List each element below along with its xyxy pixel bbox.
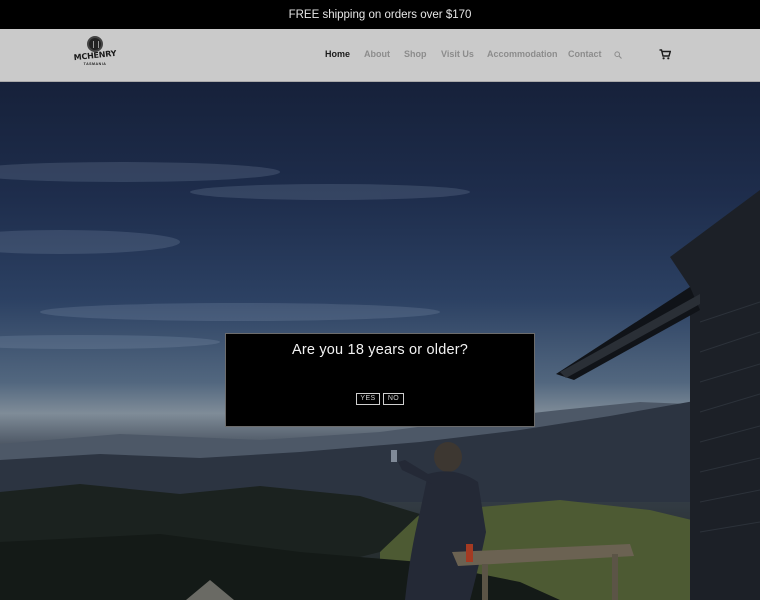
age-verification-modal: Are you 18 years or older? YES NO <box>225 333 535 427</box>
main-nav: Home About Shop Visit Us Accommodation C… <box>0 29 760 82</box>
nav-item-shop[interactable]: Shop <box>404 49 427 59</box>
site-header: MCHENRY TASMANIA Home About Shop Visit U… <box>0 29 760 82</box>
search-icon[interactable] <box>614 51 622 59</box>
cart-icon[interactable] <box>659 49 671 60</box>
nav-item-home[interactable]: Home <box>325 49 350 59</box>
promo-text: FREE shipping on orders over $170 <box>288 8 472 21</box>
nav-item-accommodation[interactable]: Accommodation <box>487 49 558 59</box>
age-yes-button[interactable]: YES <box>356 393 380 405</box>
nav-item-contact[interactable]: Contact <box>568 49 602 59</box>
age-question: Are you 18 years or older? <box>291 342 469 358</box>
promo-bar: FREE shipping on orders over $170 <box>0 0 760 29</box>
nav-item-visit-us[interactable]: Visit Us <box>441 49 474 59</box>
nav-item-about[interactable]: About <box>364 49 390 59</box>
age-no-button[interactable]: NO <box>383 393 404 405</box>
